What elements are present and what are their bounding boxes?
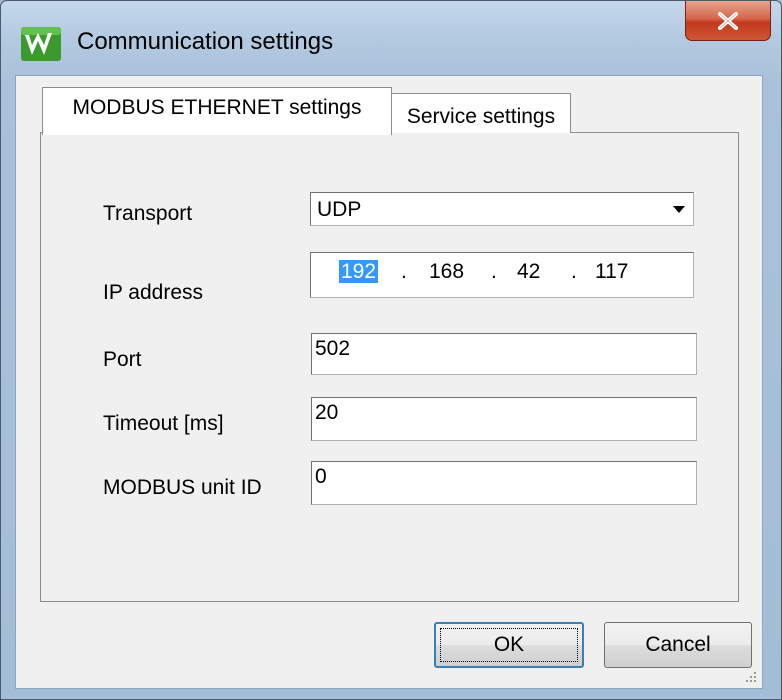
unit-id-input[interactable]: 0 [311, 461, 697, 505]
ip-octet-2[interactable]: 168 [429, 259, 464, 285]
port-label: Port [103, 348, 142, 371]
tab-service-settings[interactable]: Service settings [391, 93, 571, 133]
cancel-button[interactable]: Cancel [604, 622, 752, 668]
timeout-label: Timeout [ms] [103, 412, 224, 435]
close-icon [718, 11, 738, 30]
dialog-client-area: Transport UDP IP address 192 . 168 . 42 … [15, 75, 763, 689]
transport-label: Transport [103, 202, 193, 225]
tab-modbus-ethernet[interactable]: MODBUS ETHERNET settings [42, 87, 392, 135]
port-input[interactable]: 502 [311, 333, 697, 375]
transport-select[interactable]: UDP [310, 192, 694, 226]
timeout-input[interactable]: 20 [311, 397, 697, 441]
transport-value: UDP [317, 198, 362, 221]
timeout-value: 20 [315, 401, 339, 424]
port-value: 502 [315, 337, 351, 360]
ip-octet-4[interactable]: 117 [595, 259, 628, 285]
close-button[interactable] [685, 1, 771, 41]
dropdown-arrow-icon[interactable] [666, 194, 692, 224]
ip-octet-1[interactable]: 192 [339, 259, 379, 285]
unit-id-value: 0 [315, 465, 327, 488]
cancel-label: Cancel [645, 633, 711, 656]
ip-separator: . [571, 260, 577, 283]
ip-address-label: IP address [103, 281, 204, 304]
unit-id-label: MODBUS unit ID [103, 476, 262, 499]
tab-panel-modbus-ethernet: Transport UDP IP address 192 . 168 . 42 … [40, 132, 739, 602]
focus-rect [440, 628, 578, 662]
ok-button[interactable]: OK [434, 622, 584, 668]
window-title: Communication settings [77, 28, 334, 55]
app-w-icon [21, 27, 61, 61]
resize-grip-icon[interactable] [742, 668, 758, 684]
dialog-window: Communication settings Transport UDP IP … [0, 0, 782, 700]
ip-address-field[interactable]: 192 . 168 . 42 . 117 [310, 252, 694, 298]
ip-separator: . [401, 260, 407, 283]
ip-separator: . [491, 260, 497, 283]
ip-octet-3[interactable]: 42 [517, 259, 540, 285]
